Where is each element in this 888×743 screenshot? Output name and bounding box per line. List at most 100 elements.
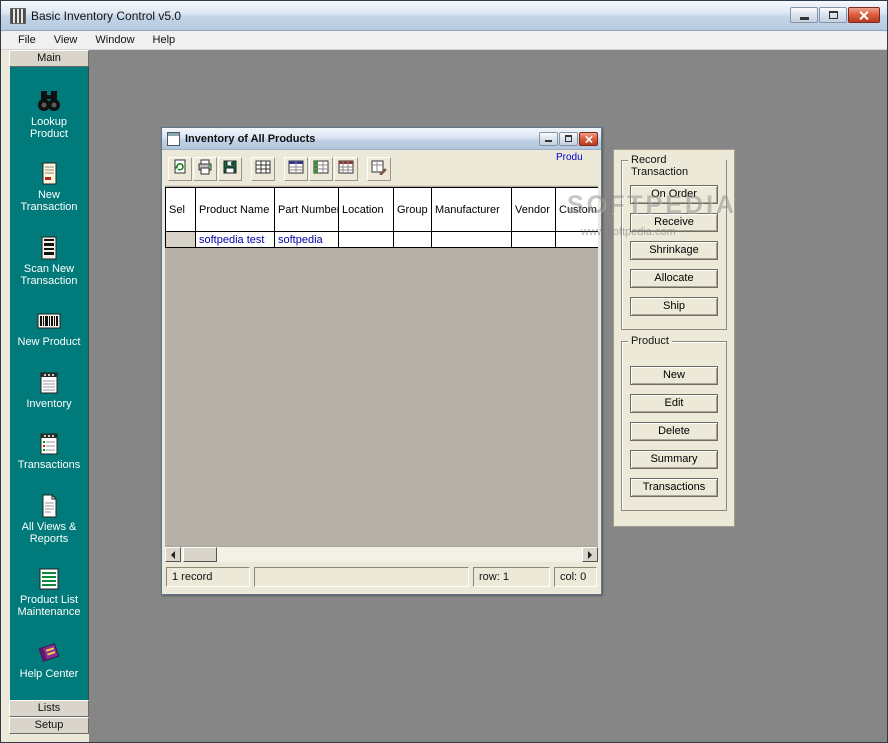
minimize-icon [545, 140, 552, 142]
title-bar[interactable]: Basic Inventory Control v5.0 [1, 1, 887, 31]
table-view-button[interactable] [251, 157, 275, 181]
sidebar-item-product-list-maintenance[interactable]: Product List Maintenance [10, 565, 88, 619]
edit-product-button[interactable]: Edit [630, 394, 718, 413]
allocate-button[interactable]: Allocate [630, 269, 718, 288]
child-title-bar[interactable]: Inventory of All Products [162, 128, 601, 150]
row-selector-cell[interactable] [166, 232, 196, 248]
cell-product-name[interactable]: softpedia test [196, 232, 275, 248]
cell-vendor[interactable] [512, 232, 556, 248]
refresh-button[interactable] [168, 157, 192, 181]
print-icon [197, 159, 213, 178]
sidebar-item-label: Lookup Product [12, 116, 86, 140]
action-panel: Record Transaction On Order Receive Shri… [613, 149, 735, 527]
column-header-sel[interactable]: Sel [166, 188, 196, 232]
grid-header-row: Sel Product Name Part Number Location Gr… [166, 188, 598, 232]
reports-document-icon [36, 493, 62, 519]
child-window-body: Produ Sel Product Name Part Number Locat… [165, 150, 598, 591]
workspace: Inventory of All Products [89, 50, 887, 742]
grid-view-1-button[interactable] [284, 157, 308, 181]
sidebar-item-label: New Transaction [12, 189, 86, 213]
status-record-count: 1 record [166, 567, 250, 587]
inventory-notepad-icon [36, 370, 62, 396]
sidebar-tab-main[interactable]: Main [9, 50, 89, 67]
sidebar-item-label: Inventory [26, 398, 71, 410]
sidebar-item-scan-new-transaction[interactable]: Scan New Transaction [10, 234, 88, 288]
save-icon [222, 159, 238, 178]
child-minimize-button[interactable] [539, 132, 558, 146]
print-button[interactable] [193, 157, 217, 181]
column-header-part-number[interactable]: Part Number [275, 188, 339, 232]
sidebar-item-new-product[interactable]: New Product [10, 307, 88, 349]
ship-button[interactable]: Ship [630, 297, 718, 316]
column-header-custom[interactable]: Custom [556, 188, 598, 232]
group-record-transaction: Record Transaction On Order Receive Shri… [621, 160, 727, 330]
sidebar-item-label: All Views & Reports [12, 521, 86, 545]
scroll-left-button[interactable] [165, 547, 181, 562]
new-product-button[interactable]: New [630, 366, 718, 385]
cell-part-number[interactable]: softpedia [275, 232, 339, 248]
maximize-button[interactable] [819, 7, 847, 23]
cell-location[interactable] [339, 232, 394, 248]
refresh-icon [172, 159, 188, 178]
scrollbar-thumb[interactable] [183, 547, 217, 562]
delete-product-button[interactable]: Delete [630, 422, 718, 441]
group-title: Record Transaction [628, 154, 726, 178]
window-title: Basic Inventory Control v5.0 [31, 9, 181, 23]
sidebar-item-label: Transactions [18, 459, 81, 471]
sidebar-item-all-views-reports[interactable]: All Views & Reports [10, 492, 88, 546]
sidebar-item-help-center[interactable]: Help Center [10, 639, 88, 681]
column-setup-button[interactable] [367, 157, 391, 181]
column-header-vendor[interactable]: Vendor [512, 188, 556, 232]
sidebar-item-lookup-product[interactable]: Lookup Product [10, 87, 88, 141]
column-header-location[interactable]: Location [339, 188, 394, 232]
column-setup-icon [371, 159, 387, 178]
barcode-icon [36, 308, 62, 334]
sidebar-item-label: Help Center [20, 668, 79, 680]
child-window-inventory: Inventory of All Products [161, 127, 602, 595]
product-list-icon [36, 566, 62, 592]
column-header-group[interactable]: Group [394, 188, 432, 232]
sidebar-item-transactions[interactable]: Transactions [10, 430, 88, 472]
menu-help[interactable]: Help [144, 32, 185, 49]
grid-view-2-icon [313, 159, 329, 178]
status-col-indicator: col: 0 [554, 567, 597, 587]
scrollbar-track[interactable] [217, 547, 582, 562]
sidebar: Main Lookup Product New Transaction Scan… [1, 50, 89, 742]
child-maximize-button[interactable] [559, 132, 578, 146]
cell-manufacturer[interactable] [432, 232, 512, 248]
column-header-product-name[interactable]: Product Name [196, 188, 275, 232]
table-row: softpedia test softpedia [166, 232, 598, 248]
grid-view-3-button[interactable] [334, 157, 358, 181]
sidebar-tab-setup[interactable]: Setup [9, 717, 89, 734]
app-window: Basic Inventory Control v5.0 File View W… [0, 0, 888, 743]
product-link[interactable]: Produ [556, 152, 596, 163]
minimize-button[interactable] [790, 7, 818, 23]
close-button[interactable] [848, 7, 880, 23]
sidebar-item-new-transaction[interactable]: New Transaction [10, 160, 88, 214]
menu-window[interactable]: Window [86, 32, 143, 49]
sidebar-item-inventory[interactable]: Inventory [10, 369, 88, 411]
grid-view-2-button[interactable] [309, 157, 333, 181]
on-order-button[interactable]: On Order [630, 185, 718, 204]
sidebar-tab-lists[interactable]: Lists [9, 700, 89, 717]
sidebar-item-label: Scan New Transaction [12, 263, 86, 287]
receive-button[interactable]: Receive [630, 213, 718, 232]
menu-bar: File View Window Help [1, 31, 887, 50]
transactions-button[interactable]: Transactions [630, 478, 718, 497]
scroll-right-button[interactable] [582, 547, 598, 562]
child-close-button[interactable] [579, 132, 598, 146]
group-product: Product New Edit Delete Summary Transact… [621, 341, 727, 511]
cell-group[interactable] [394, 232, 432, 248]
save-button[interactable] [218, 157, 242, 181]
sidebar-item-label: Product List Maintenance [12, 594, 86, 618]
shrinkage-button[interactable]: Shrinkage [630, 241, 718, 260]
menu-view[interactable]: View [45, 32, 87, 49]
column-header-manufacturer[interactable]: Manufacturer [432, 188, 512, 232]
summary-button[interactable]: Summary [630, 450, 718, 469]
close-icon [859, 10, 869, 20]
menu-file[interactable]: File [9, 32, 45, 49]
status-bar: 1 record row: 1 col: 0 [165, 562, 598, 591]
horizontal-scrollbar [165, 546, 598, 562]
table-icon [255, 159, 271, 178]
cell-custom[interactable] [556, 232, 598, 248]
